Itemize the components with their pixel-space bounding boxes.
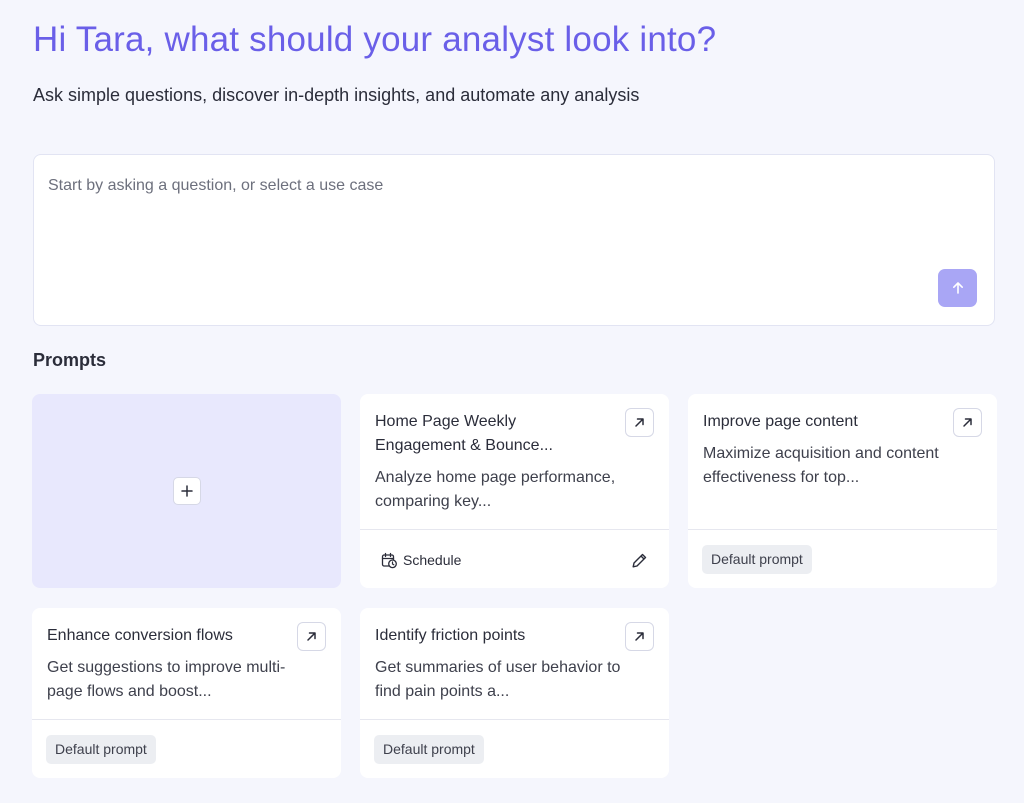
default-prompt-badge: Default prompt xyxy=(46,735,156,764)
page-title: Hi Tara, what should your analyst look i… xyxy=(33,20,717,59)
default-prompt-badge: Default prompt xyxy=(702,545,812,574)
prompt-card-description: Maximize acquisition and content effecti… xyxy=(703,445,939,486)
arrow-up-right-icon xyxy=(635,632,644,641)
plus-icon xyxy=(180,485,193,497)
prompt-card-title: Enhance conversion flows xyxy=(47,627,233,644)
prompt-card[interactable]: Home Page Weekly Engagement & Bounce... … xyxy=(360,394,669,588)
prompt-card-description: Get suggestions to improve multi-page fl… xyxy=(47,659,286,700)
prompt-card[interactable]: Enhance conversion flows Get suggestions… xyxy=(32,608,341,778)
arrow-up-right-icon xyxy=(963,418,972,427)
arrow-up-right-icon xyxy=(635,418,644,427)
prompt-card-footer: Default prompt xyxy=(360,719,669,778)
prompt-card-footer: Default prompt xyxy=(32,719,341,778)
open-prompt-button[interactable] xyxy=(625,408,654,437)
arrow-up-icon xyxy=(952,282,963,294)
add-prompt-button[interactable] xyxy=(172,477,201,505)
schedule-label: Schedule xyxy=(403,552,462,568)
page-subtitle: Ask simple questions, discover in-depth … xyxy=(33,85,640,105)
prompts-section-title: Prompts xyxy=(33,350,107,370)
prompt-card-footer: Default prompt xyxy=(688,529,997,588)
pencil-icon xyxy=(632,553,646,567)
edit-prompt-button[interactable] xyxy=(628,549,650,571)
prompt-card-title: Identify friction points xyxy=(375,627,526,644)
open-prompt-button[interactable] xyxy=(625,622,654,651)
prompt-card[interactable]: Identify friction points Get summaries o… xyxy=(360,608,669,778)
prompt-card-description: Analyze home page performance, comparing… xyxy=(375,469,616,510)
arrow-up-right-icon xyxy=(307,632,316,641)
calendar-clock-icon xyxy=(381,552,397,568)
open-prompt-button[interactable] xyxy=(297,622,326,651)
open-prompt-button[interactable] xyxy=(953,408,982,437)
prompt-card-title: Improve page content xyxy=(703,413,858,430)
add-prompt-card[interactable] xyxy=(32,394,341,588)
default-prompt-badge: Default prompt xyxy=(374,735,484,764)
schedule-button[interactable]: Schedule xyxy=(381,549,461,571)
question-input[interactable] xyxy=(48,171,928,201)
send-button[interactable] xyxy=(938,269,977,307)
prompt-card-footer: Schedule xyxy=(360,529,669,588)
ask-box xyxy=(33,154,995,326)
prompt-card[interactable]: Improve page content Maximize acquisitio… xyxy=(688,394,997,588)
prompt-card-title: Home Page Weekly Engagement & Bounce... xyxy=(375,413,553,454)
prompt-card-description: Get summaries of user behavior to find p… xyxy=(375,659,621,700)
